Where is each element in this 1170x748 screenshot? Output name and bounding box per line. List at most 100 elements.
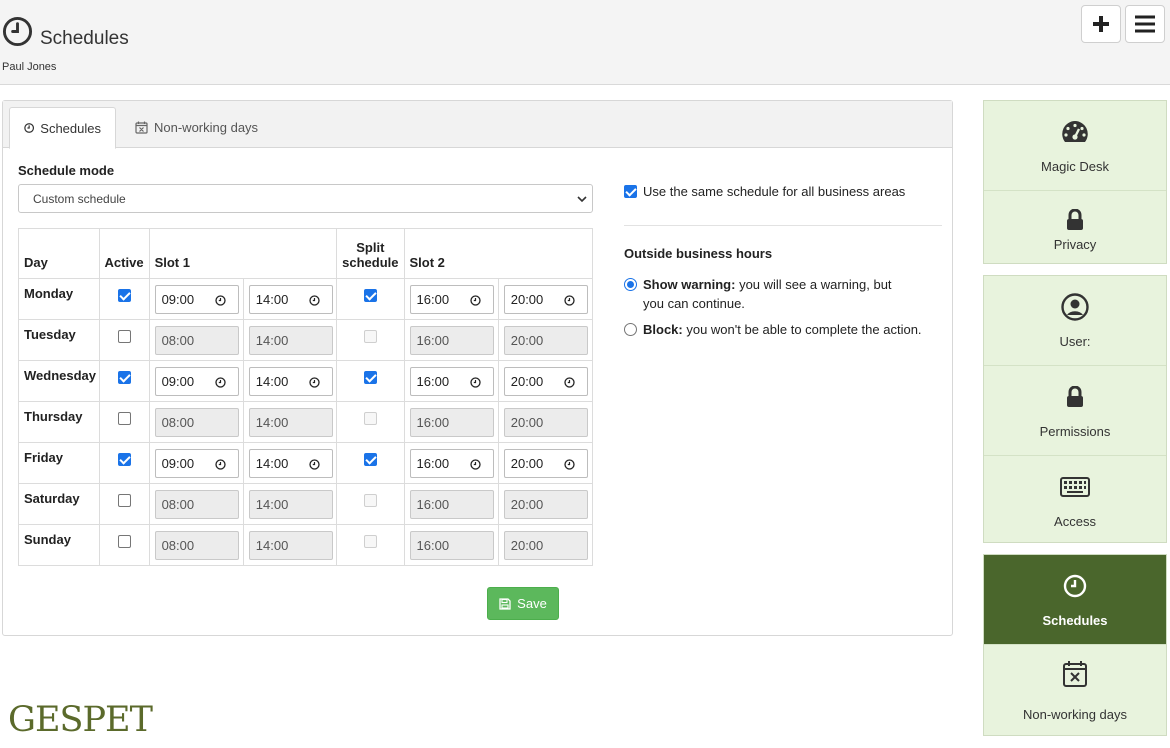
slot1-start-time[interactable]: 09:00 (154, 449, 239, 478)
clock-icon (309, 295, 320, 306)
slot1-end-time[interactable]: 14:00 (248, 285, 333, 314)
add-button[interactable] (1081, 5, 1121, 43)
page-title: Schedules (40, 28, 129, 49)
split-checkbox (363, 330, 377, 343)
slot1-end-time: 14:00 (248, 408, 333, 437)
time-value: 20:00 (510, 538, 544, 553)
split-checkbox[interactable] (363, 371, 377, 384)
sidebar-item-privacy[interactable]: Privacy (984, 191, 1166, 263)
time-value: 16:00 (416, 456, 450, 471)
time-value: 16:00 (416, 415, 450, 430)
show-warning-radio[interactable] (624, 278, 637, 291)
schedule-mode-label: Schedule mode (18, 163, 115, 178)
time-value: 08:00 (161, 415, 195, 430)
day-name: Sunday (18, 524, 100, 566)
sidebar-item-non-working-days[interactable]: Non-working days (984, 645, 1166, 735)
tab-non-working-days-label: Non-working days (154, 120, 259, 135)
show-warning-line2: you can continue. (643, 296, 745, 311)
clock-icon (469, 295, 481, 306)
show-warning-line1: you will see a warning, but (735, 277, 892, 292)
show-warning-text: Show warning: you will see a warning, bu… (643, 275, 892, 313)
active-checkbox[interactable] (117, 371, 131, 384)
tab-schedules-label: Schedules (40, 120, 101, 136)
sidebar-item-label: Access (1054, 514, 1096, 529)
table-row: Friday 09:00 14:00 16:00 20:00 (18, 442, 594, 484)
slot1-start-time: 08:00 (154, 531, 239, 560)
time-value: 08:00 (161, 538, 195, 553)
keyboard-icon (1060, 477, 1090, 497)
active-checkbox[interactable] (117, 494, 131, 507)
hamburger-icon (1135, 15, 1155, 33)
calendar-x-icon (1063, 661, 1087, 687)
split-checkbox[interactable] (363, 453, 377, 466)
table-row: Wednesday 09:00 14:00 16:00 20:00 (18, 360, 594, 402)
slot1-end-time[interactable]: 14:00 (248, 367, 333, 396)
sidebar-item-label: User: (1059, 334, 1091, 349)
block-text: Block: you won't be able to complete the… (643, 320, 922, 339)
sidebar-item-user[interactable]: User: (984, 276, 1166, 366)
slot1-start-time: 08:00 (154, 408, 239, 437)
slot1-start-time: 08:00 (154, 490, 239, 519)
sidebar-item-permissions[interactable]: Permissions (984, 366, 1166, 456)
day-name: Wednesday (18, 360, 100, 402)
slot1-end-time: 14:00 (248, 531, 333, 560)
schedule-mode-select[interactable]: Custom schedule (18, 184, 593, 213)
chevron-down-icon (577, 196, 587, 203)
time-value: 20:00 (510, 456, 544, 471)
same-schedule-checkbox[interactable] (624, 185, 637, 198)
block-radio[interactable] (624, 323, 637, 336)
menu-button[interactable] (1125, 5, 1165, 43)
clock-icon (214, 377, 226, 388)
save-button[interactable]: Save (487, 587, 559, 620)
tab-bar: Schedules Non-working days (3, 101, 952, 149)
company-logo: GESPET (8, 700, 153, 740)
show-warning-option: Show warning: you will see a warning, bu… (624, 275, 892, 313)
show-warning-bold: Show warning: (643, 277, 736, 292)
active-checkbox[interactable] (117, 289, 131, 302)
user-circle-icon (1061, 293, 1089, 321)
slot1-start-time[interactable]: 09:00 (154, 285, 239, 314)
time-value: 16:00 (416, 538, 450, 553)
slot2-start-time[interactable]: 16:00 (409, 285, 494, 314)
clock-icon (1063, 574, 1087, 598)
clock-icon (469, 459, 481, 470)
lock-icon (1067, 209, 1083, 230)
tab-non-working-days[interactable]: Non-working days (121, 107, 272, 148)
sidebar-item-schedules[interactable]: Schedules (984, 555, 1166, 645)
active-checkbox[interactable] (117, 412, 131, 425)
sidebar-item-access[interactable]: Access (984, 456, 1166, 542)
time-value: 09:00 (161, 374, 195, 389)
sidebar-item-label: Schedules (1042, 613, 1108, 628)
slot2-end-time: 20:00 (503, 490, 588, 519)
save-icon (499, 597, 511, 610)
slot2-end-time[interactable]: 20:00 (503, 285, 588, 314)
active-checkbox[interactable] (117, 535, 131, 548)
table-row: Saturday 08:00 14:00 16:00 20:00 (18, 483, 594, 525)
slot1-start-time: 08:00 (154, 326, 239, 355)
slot2-start-time[interactable]: 16:00 (409, 367, 494, 396)
sidebar-group-1: Magic Desk Privacy (983, 100, 1167, 264)
slot2-start-time: 16:00 (409, 490, 494, 519)
slot1-end-time[interactable]: 14:00 (248, 449, 333, 478)
day-name: Thursday (18, 401, 100, 443)
active-checkbox[interactable] (117, 453, 131, 466)
sidebar-item-label: Permissions (1039, 424, 1111, 439)
time-value: 14:00 (255, 456, 289, 471)
user-name: Paul Jones (2, 61, 57, 73)
active-checkbox[interactable] (117, 330, 131, 343)
speedometer-icon (1062, 121, 1088, 142)
slot2-end-time[interactable]: 20:00 (503, 449, 588, 478)
clock-icon (24, 123, 35, 133)
clock-icon (214, 295, 226, 306)
slot1-end-time: 14:00 (248, 490, 333, 519)
day-name: Tuesday (18, 319, 100, 361)
same-schedule-label: Use the same schedule for all business a… (643, 184, 906, 199)
split-checkbox (363, 412, 377, 425)
time-value: 09:00 (161, 456, 195, 471)
sidebar-item-magic-desk[interactable]: Magic Desk (984, 101, 1166, 191)
slot1-start-time[interactable]: 09:00 (154, 367, 239, 396)
tab-schedules[interactable]: Schedules (9, 107, 116, 149)
slot2-end-time[interactable]: 20:00 (503, 367, 588, 396)
split-checkbox[interactable] (363, 289, 377, 302)
slot2-start-time[interactable]: 16:00 (409, 449, 494, 478)
